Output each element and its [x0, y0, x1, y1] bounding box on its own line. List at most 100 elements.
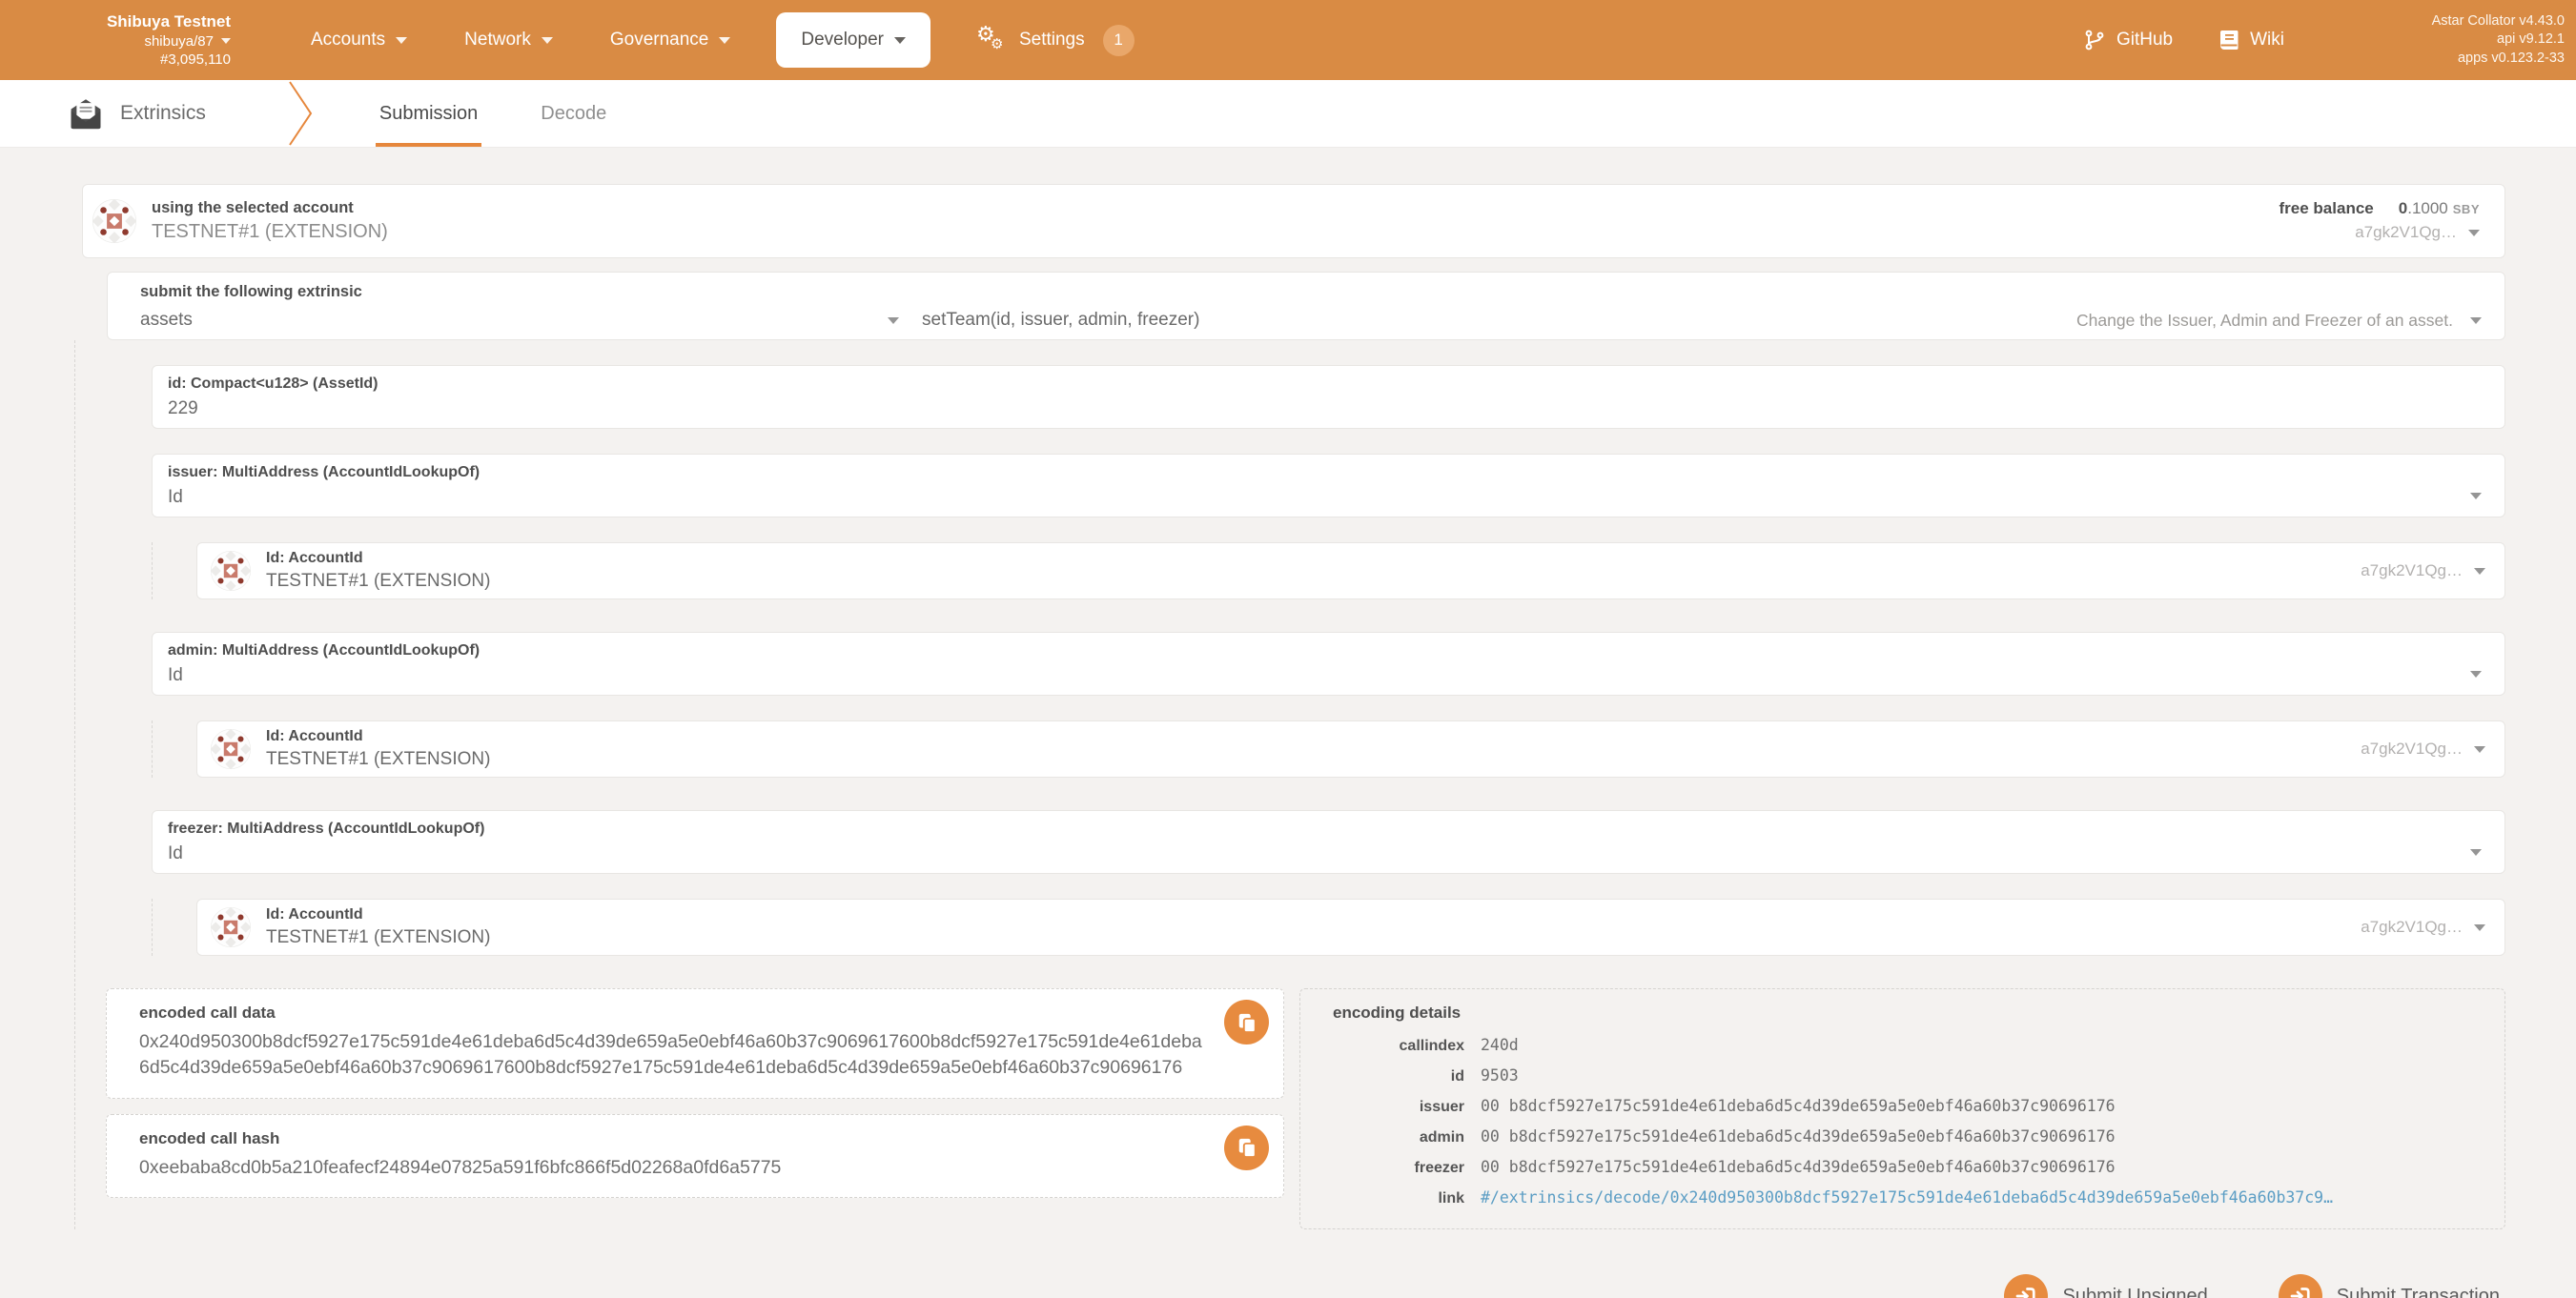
account-name: TESTNET#1 (EXTENSION)	[152, 221, 388, 243]
pallet-value: assets	[140, 310, 193, 331]
tabs: Submission Decode	[376, 80, 610, 147]
gears-icon: ⚙⚙	[976, 26, 1009, 54]
chevron-down-icon	[719, 37, 730, 44]
param-issuer-select[interactable]: issuer: MultiAddress (AccountIdLookupOf)…	[152, 454, 2505, 517]
chevron-down-icon	[542, 37, 553, 44]
encoding-row: freezer 00 b8dcf5927e175c591de4e61deba6d…	[1319, 1158, 2485, 1177]
github-link[interactable]: GitHub	[2083, 29, 2173, 51]
submit-actions: Submit Unsigned Submit Transaction	[82, 1273, 2505, 1298]
encoded-call-data-value: 0x240d950300b8dcf5927e175c591de4e61deba6…	[139, 1029, 1209, 1082]
encoding-details-box: encoding details callindex 240d id 9503 …	[1299, 988, 2505, 1229]
encoded-call-hash-label: encoded call hash	[139, 1129, 1209, 1148]
encoding-details-title: encoding details	[1333, 1004, 2485, 1023]
param-admin-account[interactable]: Id: AccountId TESTNET#1 (EXTENSION) a7gk…	[196, 720, 2505, 778]
param-issuer-account[interactable]: Id: AccountId TESTNET#1 (EXTENSION) a7gk…	[196, 542, 2505, 599]
nav-governance[interactable]: Governance	[582, 0, 760, 80]
param-id-input[interactable]: id: Compact<u128> (AssetId) 229	[152, 365, 2505, 429]
section-header: Extrinsics	[69, 80, 206, 147]
tab-bar: Extrinsics Submission Decode	[0, 80, 2576, 148]
chevron-down-icon	[2470, 317, 2482, 324]
encoded-call-hash-box: encoded call hash 0xeebaba8cd0b5a210feaf…	[106, 1114, 1284, 1198]
encoding-row: link #/extrinsics/decode/0x240d950300b8d…	[1319, 1188, 2485, 1207]
page-title: Extrinsics	[120, 102, 206, 125]
encoded-call-hash-value: 0xeebaba8cd0b5a210feafecf24894e07825a591…	[139, 1155, 1209, 1181]
chevron-down-icon	[396, 37, 407, 44]
encoding-row: id 9503	[1319, 1066, 2485, 1085]
copy-icon	[1237, 1137, 1257, 1158]
account-label: using the selected account	[152, 199, 388, 217]
apps-version: apps v0.123.2-33	[2345, 50, 2565, 68]
extrinsics-page: Shibuya Testnet shibuya/87 #3,095,110 Ac…	[0, 0, 2576, 1298]
params-container: id: Compact<u128> (AssetId) 229 issuer: …	[74, 340, 2505, 1229]
account-selector[interactable]: using the selected account TESTNET#1 (EX…	[82, 184, 2505, 258]
nested-param-group: Id: AccountId TESTNET#1 (EXTENSION) a7gk…	[152, 899, 2505, 956]
extrinsic-label: submit the following extrinsic	[140, 283, 2482, 301]
param-id-value: 229	[168, 398, 2485, 419]
tab-submission[interactable]: Submission	[376, 80, 481, 147]
pallet-select[interactable]: assets	[140, 310, 922, 331]
copy-icon	[1237, 1012, 1257, 1033]
submit-unsigned-button[interactable]: Submit Unsigned	[1998, 1273, 2213, 1298]
decode-link[interactable]: #/extrinsics/decode/0x240d950300b8dcf592…	[1481, 1188, 2333, 1207]
account-address-short: a7gk2V1Qg…	[2355, 221, 2457, 245]
settings-badge: 1	[1103, 25, 1135, 56]
submit-transaction-button[interactable]: Submit Transaction	[2273, 1273, 2505, 1298]
wiki-link[interactable]: Wiki	[2218, 29, 2284, 51]
method-select[interactable]: setTeam(id, issuer, admin, freezer) Chan…	[922, 310, 2482, 331]
account-address-short: a7gk2V1Qg…	[2361, 740, 2463, 759]
book-icon	[2218, 29, 2239, 51]
nav-network[interactable]: Network	[436, 0, 582, 80]
chevron-down-icon	[888, 317, 899, 324]
nested-param-group: Id: AccountId TESTNET#1 (EXTENSION) a7gk…	[152, 542, 2505, 599]
param-freezer-account[interactable]: Id: AccountId TESTNET#1 (EXTENSION) a7gk…	[196, 899, 2505, 956]
param-admin-select[interactable]: admin: MultiAddress (AccountIdLookupOf) …	[152, 632, 2505, 696]
chevron-down-icon	[221, 38, 231, 44]
chevron-down-icon	[2474, 746, 2485, 753]
copy-call-hash-button[interactable]	[1224, 1126, 1269, 1170]
main-nav: Accounts Network Governance Developer ⚙⚙…	[282, 0, 1163, 80]
external-links: GitHub Wiki	[2083, 29, 2284, 51]
chevron-down-icon	[2474, 568, 2485, 575]
chevron-down-icon[interactable]	[2468, 230, 2480, 236]
api-version: api v9.12.1	[2345, 30, 2565, 49]
sign-in-icon	[2279, 1274, 2322, 1298]
block-number: #3,095,110	[88, 51, 231, 69]
sign-in-icon	[2004, 1274, 2048, 1298]
tab-decode[interactable]: Decode	[537, 80, 610, 147]
nested-param-group: Id: AccountId TESTNET#1 (EXTENSION) a7gk…	[152, 720, 2505, 778]
chevron-down-icon	[2470, 671, 2482, 678]
extrinsic-selector: submit the following extrinsic assets se…	[107, 272, 2505, 340]
main-content: using the selected account TESTNET#1 (EX…	[0, 148, 2576, 1298]
collator-version: Astar Collator v4.43.0	[2345, 12, 2565, 30]
encoded-call-data-label: encoded call data	[139, 1004, 1209, 1023]
nav-settings[interactable]: ⚙⚙ Settings 1	[948, 0, 1163, 80]
network-selector[interactable]: Shibuya Testnet shibuya/87 #3,095,110	[88, 11, 231, 69]
param-freezer-select[interactable]: freezer: MultiAddress (AccountIdLookupOf…	[152, 810, 2505, 874]
encoding-row: callindex 240d	[1319, 1036, 2485, 1055]
extrinsics-icon	[69, 96, 103, 131]
chevron-down-icon	[2474, 924, 2485, 931]
account-identicon	[211, 551, 251, 591]
chevron-down-icon	[2470, 493, 2482, 499]
chain-name: Shibuya Testnet	[88, 11, 231, 32]
account-identicon	[92, 199, 136, 243]
encoding-row: admin 00 b8dcf5927e175c591de4e61deba6d5c…	[1319, 1127, 2485, 1146]
encoded-call-data-box: encoded call data 0x240d950300b8dcf5927e…	[106, 988, 1284, 1099]
node-version: shibuya/87	[144, 32, 214, 51]
encoding-row: issuer 00 b8dcf5927e175c591de4e61deba6d5…	[1319, 1097, 2485, 1116]
nav-accounts[interactable]: Accounts	[282, 0, 436, 80]
output-section: encoded call data 0x240d950300b8dcf5927e…	[106, 988, 2505, 1229]
top-bar: Shibuya Testnet shibuya/87 #3,095,110 Ac…	[0, 0, 2576, 80]
nav-developer[interactable]: Developer	[776, 12, 930, 68]
account-address-short: a7gk2V1Qg…	[2361, 918, 2463, 937]
account-identicon	[211, 907, 251, 947]
breadcrumb-chevron	[288, 80, 313, 147]
chevron-down-icon	[894, 37, 906, 44]
git-branch-icon	[2083, 29, 2106, 51]
chevron-down-icon	[2470, 849, 2482, 856]
copy-call-data-button[interactable]	[1224, 1000, 1269, 1044]
method-description: Change the Issuer, Admin and Freezer of …	[2076, 311, 2453, 331]
free-balance: free balance0.1000SBY	[2280, 197, 2480, 221]
version-info: Astar Collator v4.43.0 api v9.12.1 apps …	[2345, 12, 2565, 67]
account-identicon	[211, 729, 251, 769]
